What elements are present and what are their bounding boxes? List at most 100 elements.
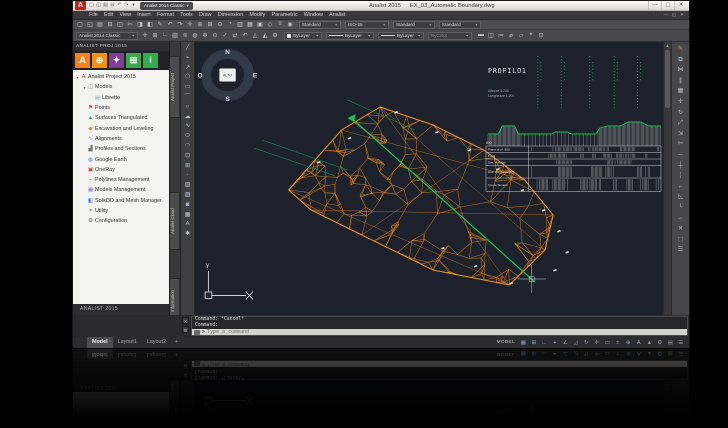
menu-window[interactable]: Window xyxy=(301,12,326,18)
hatch-icon[interactable]: ▨ xyxy=(182,181,193,191)
tree-item-alignments[interactable]: ∿ Alignments xyxy=(73,134,169,144)
menu-insert[interactable]: Insert xyxy=(134,12,154,18)
copy-icon[interactable]: ◨ xyxy=(135,21,145,28)
tree-item-polylines-management[interactable]: ⌁ Polylines Management xyxy=(73,175,169,185)
doc-minimize-button[interactable]: — xyxy=(662,12,670,18)
tree-item-utility[interactable]: ✦ Utility xyxy=(73,206,169,216)
copy-icon[interactable]: ⧉ xyxy=(675,55,687,66)
table-icon[interactable]: ▦ xyxy=(182,211,193,221)
transparency-icon[interactable]: ± xyxy=(613,338,624,348)
restore-button[interactable]: ▢ xyxy=(661,1,674,10)
region-icon[interactable]: ◙ xyxy=(182,201,193,211)
workspace-icon[interactable]: ⚙ xyxy=(655,338,666,348)
info-button[interactable]: i xyxy=(143,53,158,68)
addpoint-icon[interactable]: ✱ xyxy=(182,230,193,240)
nurbs-icon[interactable]: ⬚ xyxy=(675,235,687,246)
grid-button[interactable]: ⊞ xyxy=(126,53,141,68)
list-icon[interactable]: ≔ xyxy=(496,32,506,39)
undo-icon[interactable]: ↶ xyxy=(116,1,123,10)
line-icon[interactable]: ╱ xyxy=(182,44,193,54)
match-icon[interactable]: ✎ xyxy=(155,21,165,28)
paste-icon[interactable]: ◧ xyxy=(145,21,155,28)
snap-icon[interactable]: ⊞ xyxy=(529,338,540,348)
move-icon[interactable]: ✛ xyxy=(675,97,687,108)
add-layout-tab-button[interactable]: + xyxy=(171,337,182,348)
annoscale-icon[interactable]: ▲ xyxy=(644,338,655,348)
menu-view[interactable]: View xyxy=(116,12,134,18)
isolate-icon[interactable]: ▤ xyxy=(665,338,676,348)
make-block-icon[interactable]: ⊞ xyxy=(182,162,193,172)
settings-icon[interactable]: ⚙ xyxy=(270,32,280,39)
layer-lock-icon[interactable]: ⊙ xyxy=(210,32,220,39)
menu-edit[interactable]: Edit xyxy=(101,12,116,18)
grid-icon[interactable]: ▦ xyxy=(518,338,529,348)
minimize-button[interactable]: — xyxy=(648,1,661,10)
isolate-icon[interactable]: ◬ xyxy=(250,32,260,39)
side-tab-analist-cloud[interactable]: Analist Cloud xyxy=(170,192,180,250)
globe-button[interactable]: ⊕ xyxy=(92,53,107,68)
sheetset-icon[interactable]: ▣ xyxy=(255,21,265,28)
grid-icon[interactable]: ⊞ xyxy=(150,32,160,39)
layer-props-icon[interactable]: ▥ xyxy=(170,32,180,39)
plotstyle-icon[interactable]: ◫ xyxy=(486,32,496,39)
workspace-combo[interactable]: Analist 2014 Classic ▼ xyxy=(76,31,138,40)
infer-icon[interactable]: ∟ xyxy=(539,338,550,348)
spline-icon[interactable]: ∿ xyxy=(182,122,193,132)
dropdown-icon[interactable]: ▾ xyxy=(130,1,137,10)
palette-icon[interactable]: ▦ xyxy=(245,21,255,28)
snap-icon[interactable]: ✛ xyxy=(140,32,150,39)
preview-icon[interactable]: ◫ xyxy=(115,21,125,28)
workspace-switcher[interactable]: Analist 2014 Classic ▾ xyxy=(140,1,193,10)
dynamic-input-icon[interactable]: ⌖ xyxy=(550,338,561,348)
join-icon[interactable]: ⌐ xyxy=(675,182,687,193)
text-icon[interactable]: A xyxy=(182,220,193,230)
point-icon[interactable]: · xyxy=(182,171,193,181)
tree-item-points[interactable]: ⚑ Points xyxy=(73,103,169,113)
tree-item-analist-project-2015[interactable]: ▾ A Analist Project 2015 xyxy=(73,72,169,82)
menu-analist[interactable]: Analist xyxy=(326,12,348,18)
save-icon[interactable]: ▤ xyxy=(95,21,105,28)
plotstyle-combo[interactable]: ByColor ▼ xyxy=(428,31,472,40)
customize-command-icon[interactable]: ⚙ xyxy=(182,326,189,333)
prev-layer-icon[interactable]: ↶ xyxy=(240,32,250,39)
doc-restore-button[interactable]: ◱ xyxy=(670,12,678,18)
chamfer-icon[interactable]: ◺ xyxy=(675,192,687,203)
satellite-button[interactable]: ✦ xyxy=(109,53,124,68)
plot-icon[interactable]: ⊟ xyxy=(109,1,116,10)
linetype-combo[interactable]: ByLayer ▼ xyxy=(378,31,424,40)
tree-item-libretto[interactable]: ▤ Libretto xyxy=(73,93,169,103)
tree-item-excavation-and-leveling[interactable]: ◆ Excavation and Leveling xyxy=(73,123,169,133)
tree-item-google-earth[interactable]: ◍ Google Earth xyxy=(73,154,169,164)
area-icon[interactable]: ▱ xyxy=(516,32,526,39)
undo-icon[interactable]: ↶ xyxy=(165,21,175,28)
selection-icon[interactable]: ⊕ xyxy=(623,338,634,348)
blocks-icon[interactable]: ◇ xyxy=(265,21,275,28)
cut-icon[interactable]: ✄ xyxy=(125,21,135,28)
command-input[interactable]: > Type a command xyxy=(192,329,687,336)
explode-icon[interactable]: ✕ xyxy=(675,224,687,235)
help-icon[interactable]: ◉ xyxy=(285,21,295,28)
menu-draw[interactable]: Draw xyxy=(196,12,215,18)
rectangle-icon[interactable]: ▭ xyxy=(182,83,193,93)
tree-item-models-management[interactable]: ▦ Models Management xyxy=(73,185,169,195)
redo-icon[interactable]: ↷ xyxy=(175,21,185,28)
menu-modify[interactable]: Modify xyxy=(246,12,268,18)
text-style-combo[interactable]: Standard ▼ xyxy=(299,20,341,29)
layout-tab-layout2[interactable]: Layout2 xyxy=(142,337,171,348)
close-command-icon[interactable]: ✕ xyxy=(182,317,189,324)
color-combo[interactable]: ByLayer ▼ xyxy=(326,31,374,40)
properties-icon[interactable]: ▥ xyxy=(235,21,245,28)
gradient-icon[interactable]: ▧ xyxy=(182,191,193,201)
menu-parametric[interactable]: Parametric xyxy=(268,12,300,18)
doc-close-button[interactable]: ✕ xyxy=(678,12,686,18)
open-icon[interactable]: ◱ xyxy=(85,21,95,28)
break-icon[interactable]: ╎ xyxy=(675,171,687,182)
mirror-icon[interactable]: ⋈ xyxy=(675,65,687,76)
tree-item-surfaces-triangulated[interactable]: ▲ Surfaces Triangulated xyxy=(73,113,169,123)
ellipse-icon[interactable]: ⬭ xyxy=(182,132,193,142)
zoom-realtime-icon[interactable]: ⊕ xyxy=(195,21,205,28)
layer-freeze-icon[interactable]: ❄ xyxy=(200,32,210,39)
scrollbar-thumb[interactable] xyxy=(665,50,670,108)
ellipse-arc-icon[interactable]: ◠ xyxy=(182,142,193,152)
blend-icon[interactable]: ∽ xyxy=(675,214,687,225)
